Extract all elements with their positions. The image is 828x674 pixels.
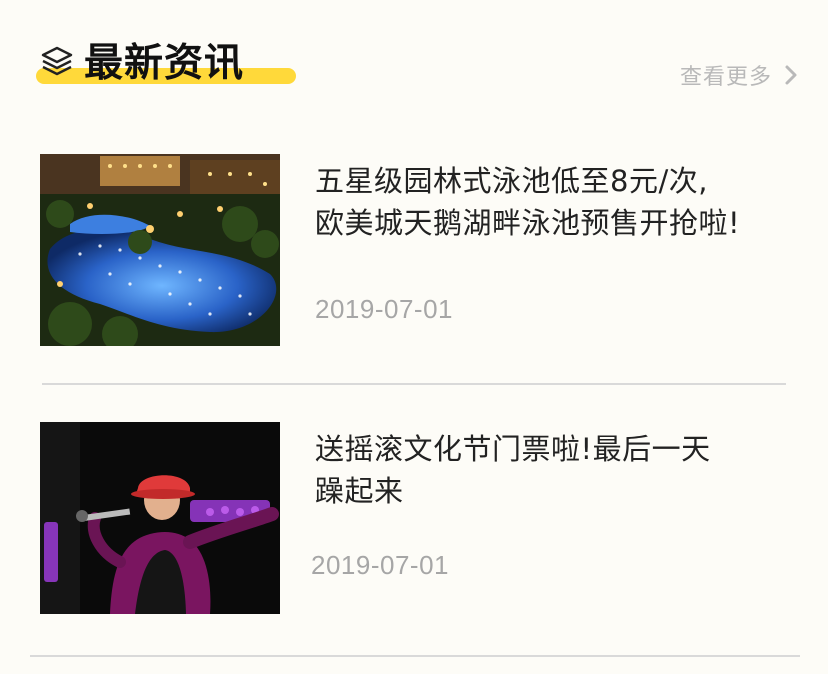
- news-thumbnail-resort-pool[interactable]: [40, 154, 280, 346]
- news-title[interactable]: 送摇滚文化节门票啦!最后一天 躁起来: [315, 428, 795, 512]
- divider: [30, 655, 800, 657]
- news-title-line: 躁起来: [315, 474, 404, 508]
- news-title-line: 欧美城天鹅湖畔泳池预售开抢啦!: [315, 206, 741, 240]
- view-more-label: 查看更多: [679, 65, 772, 90]
- section-title-group: 最新资讯: [36, 38, 306, 94]
- divider: [42, 383, 786, 385]
- news-thumbnail-rock-concert[interactable]: [40, 422, 280, 614]
- news-item[interactable]: 送摇滚文化节门票啦!最后一天 躁起来 2019-07-01: [40, 422, 790, 614]
- news-date: 2019-07-01: [315, 294, 453, 324]
- news-title-line: 五星级园林式泳池低至8元/次,: [315, 164, 708, 198]
- layers-icon: [41, 46, 73, 76]
- news-date: 2019-07-01: [311, 550, 449, 580]
- section-header: 最新资讯 查看更多: [0, 0, 828, 110]
- section-title: 最新资讯: [84, 41, 245, 86]
- chevron-right-icon: [785, 65, 797, 85]
- news-title-line: 送摇滚文化节门票啦!最后一天: [315, 432, 711, 466]
- news-item[interactable]: 五星级园林式泳池低至8元/次, 欧美城天鹅湖畔泳池预售开抢啦! 2019-07-…: [40, 154, 790, 346]
- view-more-link[interactable]: 查看更多: [680, 58, 802, 92]
- news-title[interactable]: 五星级园林式泳池低至8元/次, 欧美城天鹅湖畔泳池预售开抢啦!: [315, 160, 795, 244]
